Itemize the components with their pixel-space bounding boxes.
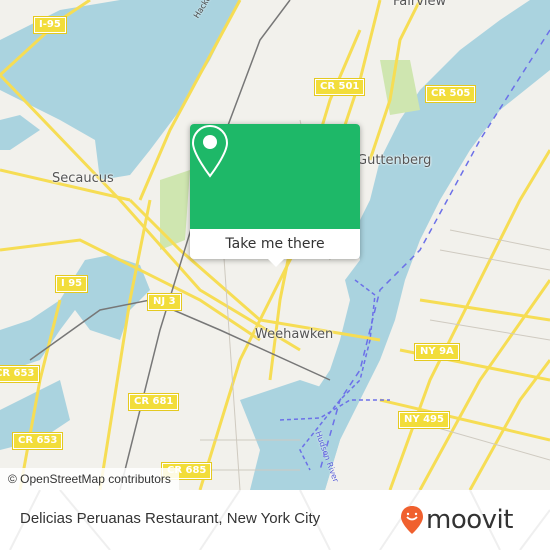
park-2 xyxy=(380,60,420,115)
map[interactable]: Fairview Secaucus Guttenberg Weehawken H… xyxy=(0,0,550,490)
map-attribution[interactable]: © OpenStreetMap contributors xyxy=(0,468,179,490)
place-label-weehawken: Weehawken xyxy=(255,327,334,342)
location-pin-icon xyxy=(191,124,229,178)
park-1 xyxy=(160,170,190,250)
popup-pointer xyxy=(268,259,284,267)
footer: Delicias Peruanas Restaurant, New York C… xyxy=(0,490,550,550)
road-shield-i-95-top: I-95 xyxy=(33,16,67,34)
road-shield-i-95: I 95 xyxy=(54,275,89,293)
road-shield-cr-681: CR 681 xyxy=(127,393,180,411)
moovit-wordmark: moovit xyxy=(426,505,513,535)
water-marsh xyxy=(0,115,40,150)
road-shield-ny-495: NY 495 xyxy=(398,411,450,429)
road-shield-cr-505: CR 505 xyxy=(424,85,477,103)
place-label-fairview: Fairview xyxy=(393,0,447,9)
water-hudson-lower xyxy=(240,380,340,490)
place-label-secaucus: Secaucus xyxy=(52,171,114,186)
road-shield-nj-3: NJ 3 xyxy=(147,293,182,311)
take-me-there-button[interactable]: Take me there xyxy=(190,229,360,259)
road-shield-cr-501: CR 501 xyxy=(313,78,366,96)
place-label-guttenberg: Guttenberg xyxy=(357,153,432,168)
road-shield-cr-653-b: CR 653 xyxy=(11,432,64,450)
road-shield-ny-9a: NY 9A xyxy=(414,343,460,361)
location-popup: Take me there xyxy=(190,124,360,267)
place-title: Delicias Peruanas Restaurant, New York C… xyxy=(20,510,321,527)
popup-header xyxy=(190,124,360,229)
road-shield-cr-653-a: CR 653 xyxy=(0,365,41,383)
moovit-logo[interactable]: moovit xyxy=(400,502,513,538)
moovit-pin-icon xyxy=(401,506,423,534)
